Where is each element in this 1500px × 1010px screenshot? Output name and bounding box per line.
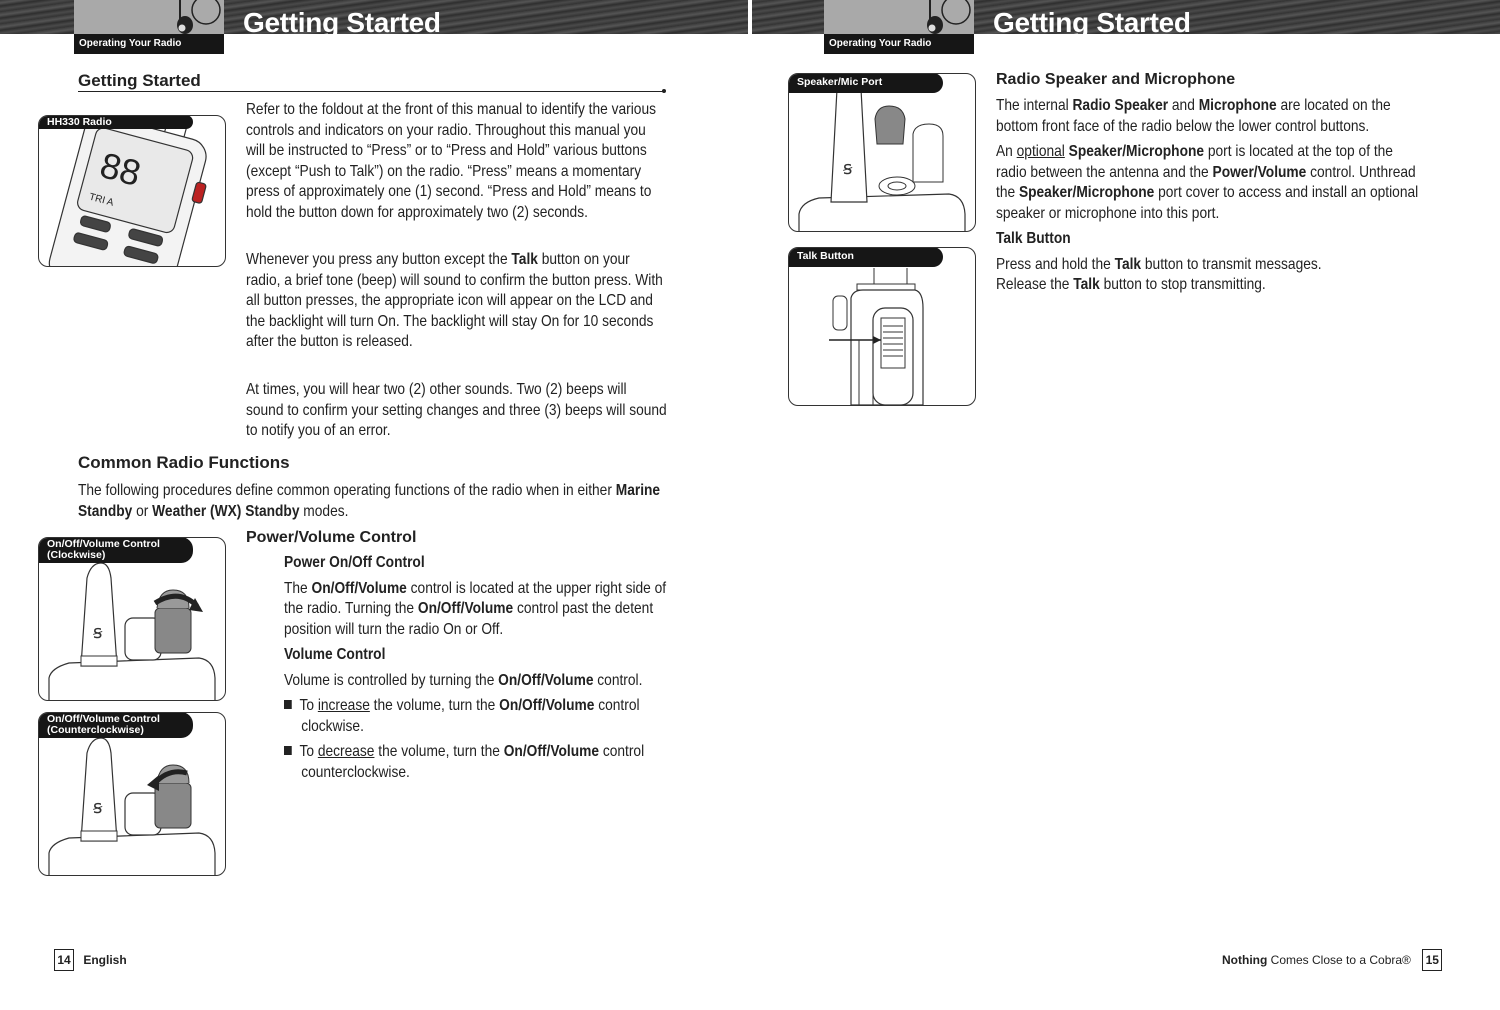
figure-label: On/Off/Volume Control (Counterclockwise) xyxy=(39,713,193,738)
page-title-left: Getting Started xyxy=(243,7,441,38)
section-tab-right: Operating Your Radio xyxy=(824,0,974,54)
heading-rule-dot xyxy=(662,89,666,93)
talk-button-line-2: Release the Talk button to stop transmit… xyxy=(996,276,1266,293)
section-heading-speaker-mic: Radio Speaker and Microphone xyxy=(996,71,1236,88)
section-tab-label: Operating Your Radio xyxy=(74,34,224,54)
hh330-radio-illustration: 88 TRI A xyxy=(48,116,207,266)
section-tab-left: Operating Your Radio xyxy=(74,0,224,54)
speaker-mic-block: The internal Radio Speaker and Microphon… xyxy=(996,96,1496,296)
section-heading-getting-started: Getting Started xyxy=(78,71,201,90)
figure-label: HH330 Radio xyxy=(39,116,193,129)
section-heading-common-functions: Common Radio Functions xyxy=(78,453,290,472)
figure-speaker-mic-port: ꞩ Speaker/Mic Port xyxy=(788,73,976,232)
bullet-decrease: To decrease the volume, turn the On/Off/… xyxy=(284,742,645,783)
figure-volume-clockwise: ꞩ On/Off/Volume Control (Clockwise) xyxy=(38,537,226,701)
common-functions-paragraph: The following procedures define common o… xyxy=(78,482,661,520)
bullet-icon xyxy=(284,746,292,755)
svg-text:ꞩ: ꞩ xyxy=(93,797,103,817)
speaker-mic-paragraph-2: An optional Speaker/Microphone port is l… xyxy=(996,143,1419,222)
talk-button-line-1: Press and hold the Talk button to transm… xyxy=(996,255,1322,273)
intro-paragraph: Refer to the foldout at the front of thi… xyxy=(246,100,736,223)
power-onoff-block: Power On/Off Control The On/Off/Volume c… xyxy=(284,553,744,783)
talk-button-illustration xyxy=(829,268,924,405)
figure-volume-counterclockwise: ꞩ On/Off/Volume Control (Counterclockwis… xyxy=(38,712,226,876)
power-onoff-heading: Power On/Off Control xyxy=(284,554,425,571)
footer-right: Nothing Comes Close to a Cobra® 15 xyxy=(1222,949,1443,971)
volume-control-text: Volume is controlled by turning the On/O… xyxy=(284,671,643,689)
power-onoff-text: The On/Off/Volume control is located at … xyxy=(284,579,667,638)
page-title-right: Getting Started xyxy=(993,7,1191,38)
section-tab-label: Operating Your Radio xyxy=(824,34,974,54)
speaker-mic-port-illustration: ꞩ xyxy=(798,78,966,231)
volume-control-heading: Volume Control xyxy=(284,646,386,663)
subsection-heading-power-volume: Power/Volume Control xyxy=(246,529,417,546)
svg-text:ꞩ: ꞩ xyxy=(93,622,103,642)
page-number-left: 14 xyxy=(54,949,74,971)
talk-button-heading: Talk Button xyxy=(996,230,1071,247)
bullet-increase: To increase the volume, turn the On/Off/… xyxy=(284,696,645,737)
figure-hh330-radio: 88 TRI A HH330 Radio xyxy=(38,115,226,267)
bullet-icon xyxy=(284,700,292,709)
footer-language: English xyxy=(83,953,127,967)
beep-paragraph: Whenever you press any button except the… xyxy=(246,251,663,350)
svg-text:ꞩ: ꞩ xyxy=(843,158,853,178)
figure-label: Talk Button xyxy=(789,248,943,267)
figure-label: On/Off/Volume Control (Clockwise) xyxy=(39,538,193,563)
speaker-mic-paragraph-1: The internal Radio Speaker and Microphon… xyxy=(996,97,1391,135)
figure-talk-button: Talk Button xyxy=(788,247,976,406)
page-gutter xyxy=(748,0,752,34)
heading-rule xyxy=(78,91,664,92)
figure-label: Speaker/Mic Port xyxy=(789,74,943,93)
intro-text: Refer to the foldout at the front of thi… xyxy=(246,101,656,221)
footer-slogan: Nothing Comes Close to a Cobra® xyxy=(1222,953,1411,967)
sounds-paragraph: At times, you will hear two (2) other so… xyxy=(246,381,667,439)
page-number-right: 15 xyxy=(1422,949,1443,971)
footer-left: 14 English xyxy=(54,949,127,971)
